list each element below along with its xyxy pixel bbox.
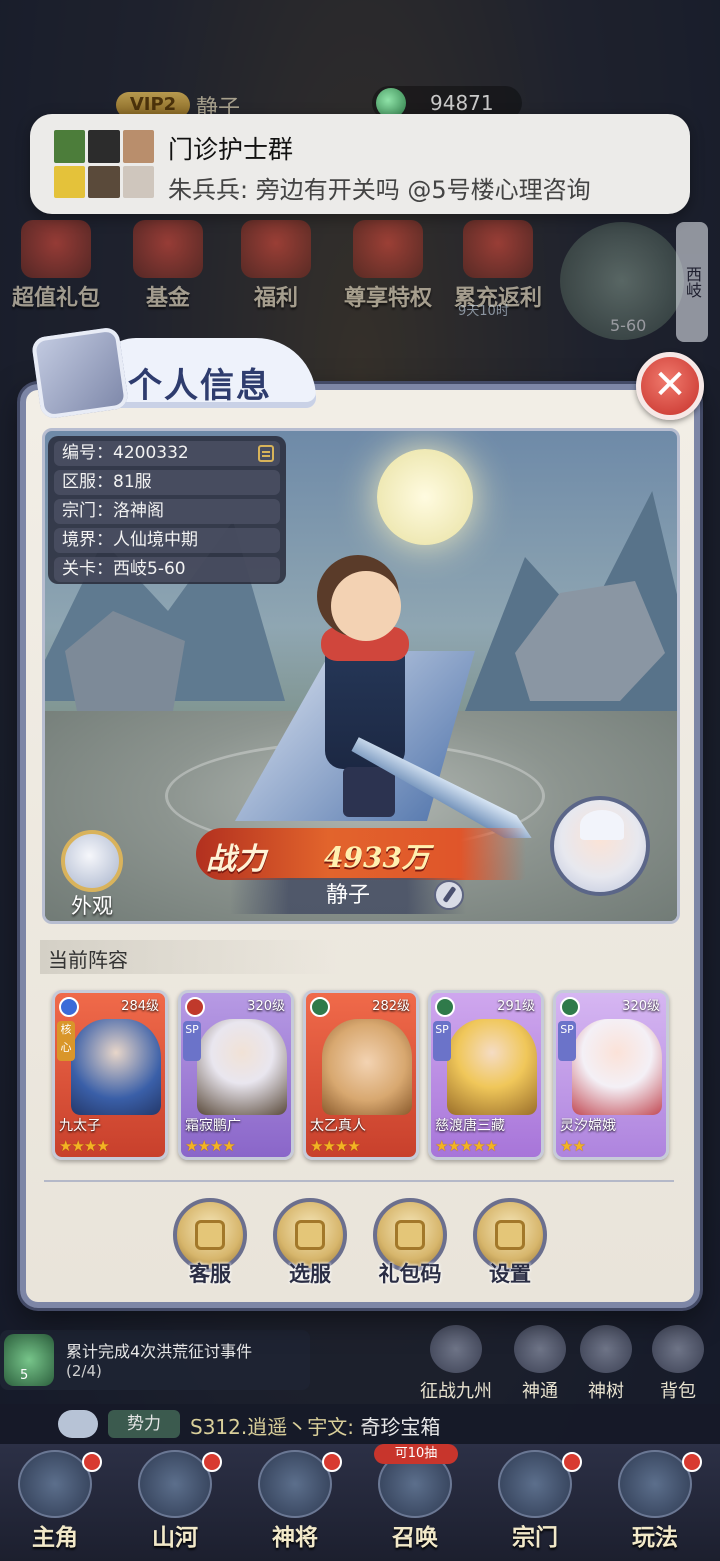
- nav-skills[interactable]: 神通: [504, 1325, 576, 1403]
- character-name: 静子: [230, 878, 466, 914]
- gift-icon: [21, 220, 91, 278]
- quest-tracker[interactable]: 5 累计完成4次洪荒征讨事件 (2/4): [0, 1330, 310, 1390]
- quest-progress: (2/4): [66, 1362, 102, 1380]
- info-row-id: 编号：4200332: [54, 441, 280, 466]
- top-menu: 超值礼包 基金 福利 尊享特权 累充返利 9天10时: [0, 220, 560, 319]
- lightning-icon: [59, 997, 79, 1017]
- copy-icon[interactable]: [258, 445, 274, 462]
- mirror-icon: [61, 830, 123, 892]
- info-row-stage: 关卡：西岐5-60: [54, 557, 280, 582]
- info-row-realm: 境界：人仙境中期: [54, 528, 280, 553]
- chat-bubble-icon: [58, 1410, 98, 1438]
- side-nav: 征战九州 神通 神树 背包: [420, 1325, 720, 1405]
- alert-icon: [82, 1452, 102, 1472]
- nav-mountains[interactable]: 山河: [120, 1450, 230, 1552]
- hero-card[interactable]: 291级 SP 慈渡唐三藏 ★★★★★: [428, 990, 544, 1160]
- action-buttons: 客服 选服 礼包码 设置: [170, 1198, 550, 1294]
- notification-message: 朱兵兵: 旁边有开关吗 @5号楼心理咨询: [168, 176, 591, 204]
- nav-hero[interactable]: 主角: [0, 1450, 110, 1552]
- group-avatar: [54, 130, 154, 198]
- menu-item-fund[interactable]: 基金: [118, 220, 218, 312]
- info-card: 编号：4200332 区服：81服 宗门：洛神阁 境界：人仙境中期 关卡：西岐5…: [48, 436, 286, 584]
- temple-icon: [498, 1450, 572, 1518]
- event-timer: 9天10时: [458, 304, 509, 319]
- team-header: 当前阵容: [40, 940, 340, 974]
- skill-icon: [514, 1325, 566, 1373]
- customer-service-button[interactable]: 客服: [170, 1198, 250, 1288]
- team-lineup: 284级 核心 九太子 ★★★★ 320级 SP 霜寂鹏广 ★★★★ 282级 …: [52, 990, 672, 1160]
- currency-amount: 94871: [430, 91, 494, 115]
- nav-gameplay[interactable]: 玩法: [600, 1450, 710, 1552]
- general-icon: [258, 1450, 332, 1518]
- edit-name-icon[interactable]: [434, 880, 464, 910]
- appearance-button[interactable]: 外观: [52, 830, 132, 920]
- chest-icon: [133, 220, 203, 278]
- map-stage: 5-60: [610, 316, 647, 335]
- summon-badge: 可10抽: [374, 1444, 458, 1464]
- hero-card[interactable]: 320级 SP 灵汐嫦娥 ★★: [553, 990, 669, 1160]
- nav-campaign[interactable]: 征战九州: [420, 1325, 492, 1403]
- power-label: 战力: [206, 842, 266, 877]
- tree-icon: [580, 1325, 632, 1373]
- power-value: 4933万: [324, 841, 430, 874]
- menu-item-privilege[interactable]: 尊享特权: [338, 220, 438, 312]
- quest-icon: [4, 1334, 54, 1386]
- bottom-nav: 主角 山河 神将 可10抽 召唤 宗门 玩法: [0, 1444, 720, 1561]
- leaf-icon: [560, 997, 580, 1017]
- region-tag: 西岐: [676, 222, 708, 342]
- info-row-server: 区服：81服: [54, 470, 280, 495]
- settings-button[interactable]: 设置: [470, 1198, 550, 1288]
- nav-summon[interactable]: 可10抽 召唤: [360, 1444, 470, 1552]
- quest-text: 累计完成4次洪荒征讨事件: [66, 1342, 253, 1361]
- mini-map[interactable]: 5-60: [560, 222, 684, 340]
- divider: [44, 1180, 674, 1188]
- panel-header: 个人信息: [30, 326, 336, 420]
- power-bar: 战力 4933万: [196, 828, 526, 880]
- battle-icon: [430, 1325, 482, 1373]
- info-row-sect: 宗门：洛神阁: [54, 499, 280, 524]
- gameplay-icon: [618, 1450, 692, 1518]
- leaf-icon: [435, 997, 455, 1017]
- nav-tree[interactable]: 神树: [570, 1325, 642, 1403]
- nav-sect[interactable]: 宗门: [480, 1450, 590, 1552]
- treasure-icon: [463, 220, 533, 278]
- menu-item-value-pack[interactable]: 超值礼包: [6, 220, 106, 312]
- nav-generals[interactable]: 神将: [240, 1450, 350, 1552]
- hero-card[interactable]: 282级 太乙真人 ★★★★: [303, 990, 419, 1160]
- menu-item-recharge[interactable]: 累充返利: [448, 220, 548, 312]
- hero-card[interactable]: 284级 核心 九太子 ★★★★: [52, 990, 168, 1160]
- notification-title: 门诊护士群: [168, 135, 294, 164]
- companion-avatar[interactable]: [550, 796, 650, 896]
- alert-icon: [562, 1452, 582, 1472]
- bag-icon: [652, 1325, 704, 1373]
- leaf-icon: [310, 997, 330, 1017]
- panel-title: 个人信息: [128, 366, 272, 406]
- menu-item-welfare[interactable]: 福利: [226, 220, 326, 312]
- quest-badge: 5: [20, 1368, 29, 1383]
- hero-card[interactable]: 320级 SP 霜寂鹏广 ★★★★: [178, 990, 294, 1160]
- server-select-button[interactable]: 选服: [270, 1198, 350, 1288]
- chat-bar[interactable]: 势力 S312.逍遥丶宇文: 奇珍宝箱: [0, 1404, 720, 1444]
- gift-code-button[interactable]: 礼包码: [370, 1198, 450, 1288]
- alert-icon: [682, 1452, 702, 1472]
- nav-bag[interactable]: 背包: [642, 1325, 714, 1403]
- alert-icon: [202, 1452, 222, 1472]
- lantern-icon: [241, 220, 311, 278]
- fire-icon: [185, 997, 205, 1017]
- chat-notification[interactable]: 门诊护士群 朱兵兵: 旁边有开关吗 @5号楼心理咨询: [30, 114, 690, 214]
- chat-channel: 势力: [108, 1410, 180, 1438]
- crown-icon: [353, 220, 423, 278]
- close-button[interactable]: ✕: [636, 352, 704, 420]
- mountain-icon: [138, 1450, 212, 1518]
- chat-message: S312.逍遥丶宇文: 奇珍宝箱: [190, 1415, 441, 1439]
- hero-icon: [18, 1450, 92, 1518]
- emblem-icon: [30, 326, 130, 420]
- alert-icon: [322, 1452, 342, 1472]
